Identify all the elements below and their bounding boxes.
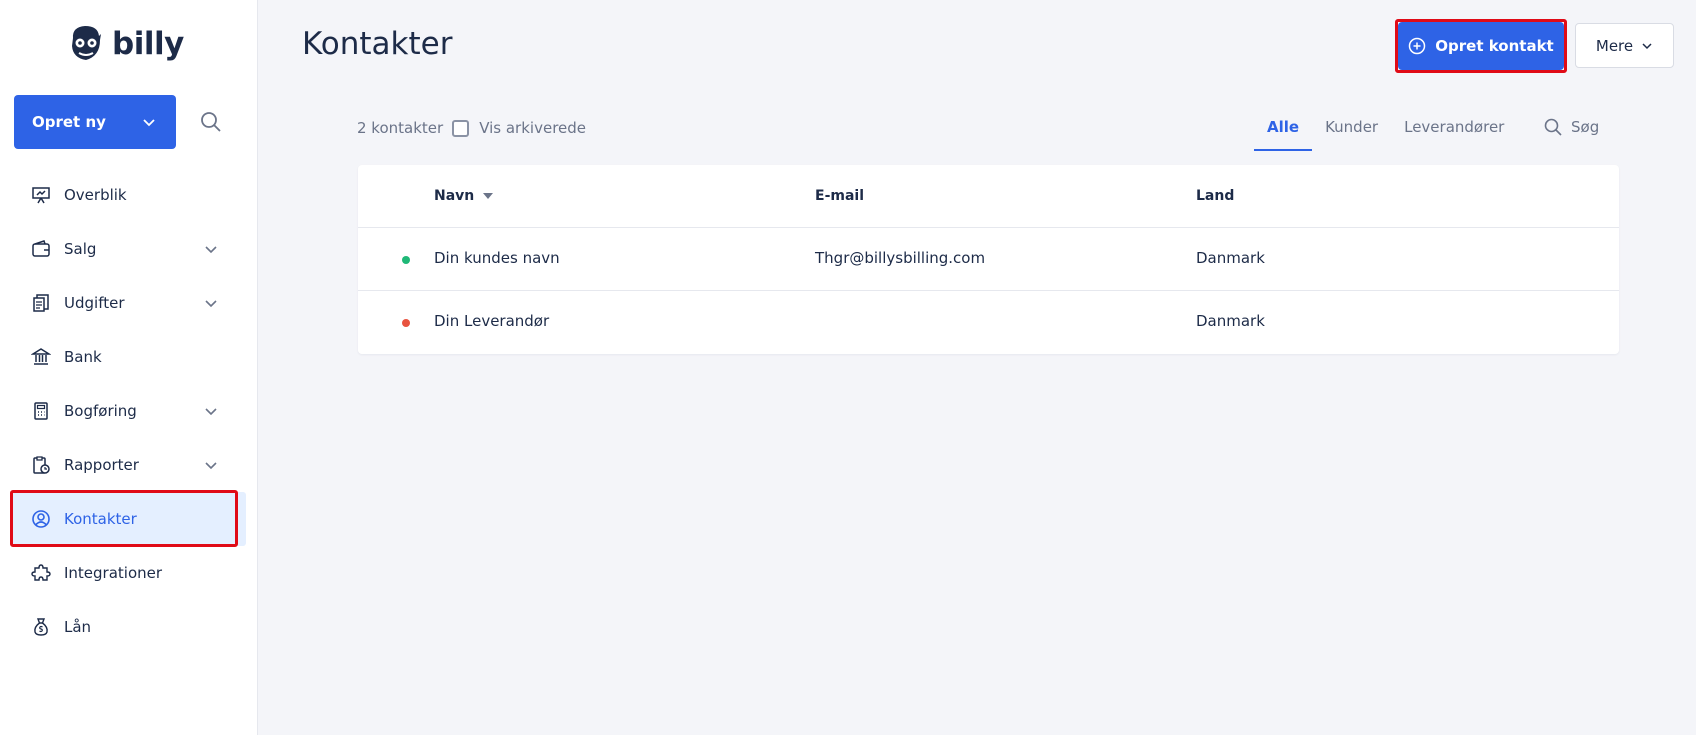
chevron-down-icon	[143, 119, 155, 127]
contacts-table: Navn E-mail Land Din kundes navn Thgr@bi…	[358, 165, 1619, 354]
search-button[interactable]: Søg	[1543, 117, 1599, 137]
sidebar-item-lan[interactable]: Lån	[0, 600, 258, 654]
sidebar-item-label: Udgifter	[64, 294, 125, 312]
table-row[interactable]: Din Leverandør Danmark	[358, 291, 1619, 354]
sidebar-item-salg[interactable]: Salg	[0, 222, 258, 276]
search-label: Søg	[1571, 118, 1600, 136]
chevron-down-icon	[205, 300, 217, 308]
sidebar-item-label: Bank	[64, 348, 102, 366]
filter-tabs: Alle Kunder Leverandører	[1254, 106, 1517, 151]
sidebar-item-overblik[interactable]: Overblik	[0, 168, 258, 222]
receipts-icon	[33, 294, 49, 312]
sidebar-item-label: Bogføring	[64, 402, 137, 420]
contact-count: 2 kontakter	[357, 119, 444, 137]
logo-text: billy	[112, 26, 184, 62]
sidebar-item-udgifter[interactable]: Udgifter	[0, 276, 258, 330]
user-circle-icon	[32, 510, 50, 528]
logo[interactable]: billy	[68, 24, 184, 64]
wallet-icon	[32, 240, 50, 257]
contact-country: Danmark	[1196, 312, 1265, 330]
contact-name: Din Leverandør	[434, 312, 550, 330]
sidebar-item-integrationer[interactable]: Integrationer	[0, 546, 258, 600]
page-title: Kontakter	[302, 26, 453, 62]
presentation-icon	[32, 187, 50, 204]
tab-alle[interactable]: Alle	[1254, 106, 1313, 151]
create-new-label: Opret ny	[32, 113, 106, 131]
contact-name: Din kundes navn	[434, 249, 560, 267]
sidebar-item-label: Kontakter	[64, 510, 137, 528]
billy-face-icon	[72, 26, 101, 60]
column-label: Navn	[434, 188, 475, 204]
show-archived-checkbox[interactable]	[452, 119, 470, 137]
sidebar-item-label: Overblik	[64, 186, 127, 204]
sidebar-item-kontakter[interactable]: Kontakter	[12, 492, 246, 546]
puzzle-icon	[31, 564, 51, 581]
customer-status-dot	[402, 256, 410, 264]
more-button[interactable]: Mere	[1575, 23, 1674, 68]
chevron-down-icon	[205, 462, 217, 470]
column-label: Land	[1196, 188, 1235, 204]
search-icon	[1544, 118, 1562, 136]
search-icon[interactable]	[199, 110, 223, 134]
moneybag-icon	[34, 618, 48, 636]
sidebar-item-bogforing[interactable]: Bogføring	[0, 384, 258, 438]
tab-leverandorer[interactable]: Leverandører	[1391, 106, 1517, 151]
bank-icon	[31, 348, 51, 365]
more-label: Mere	[1595, 36, 1634, 55]
sidebar-item-label: Integrationer	[64, 564, 163, 582]
sidebar-item-rapporter[interactable]: Rapporter	[0, 438, 258, 492]
sidebar-item-label: Salg	[64, 240, 97, 258]
create-new-button[interactable]: Opret ny	[14, 95, 176, 149]
show-archived-label[interactable]: Vis arkiverede	[479, 119, 586, 137]
column-header-name[interactable]: Navn	[434, 188, 494, 204]
sidebar: billy Opret ny Overblik Salg Udgifter Ba…	[0, 0, 258, 735]
column-header-country[interactable]: Land	[1196, 188, 1234, 204]
chevron-down-icon	[1642, 42, 1652, 49]
sort-down-icon	[483, 193, 494, 199]
table-header: Navn E-mail Land	[358, 165, 1619, 228]
sidebar-item-bank[interactable]: Bank	[0, 330, 258, 384]
supplier-status-dot	[402, 319, 410, 327]
calculator-icon	[34, 402, 48, 420]
chevron-down-icon	[205, 408, 217, 416]
plus-circle-icon	[1409, 37, 1426, 55]
contact-country: Danmark	[1196, 249, 1265, 267]
list-toolbar: 2 kontakter Vis arkiverede	[357, 113, 586, 143]
create-contact-label: Opret kontakt	[1435, 37, 1554, 55]
table-row[interactable]: Din kundes navn Thgr@billysbilling.com D…	[358, 228, 1619, 291]
chevron-down-icon	[205, 246, 217, 254]
contact-email: Thgr@billysbilling.com	[815, 249, 986, 267]
report-icon	[33, 456, 50, 474]
create-contact-button[interactable]: Opret kontakt	[1398, 22, 1564, 70]
sidebar-item-label: Lån	[64, 618, 92, 636]
column-label: E-mail	[815, 188, 865, 204]
main-nav: Overblik Salg Udgifter Bank Bogføring Ra…	[0, 168, 258, 654]
sidebar-item-label: Rapporter	[64, 456, 139, 474]
column-header-email[interactable]: E-mail	[815, 188, 864, 204]
tab-kunder[interactable]: Kunder	[1312, 106, 1391, 151]
